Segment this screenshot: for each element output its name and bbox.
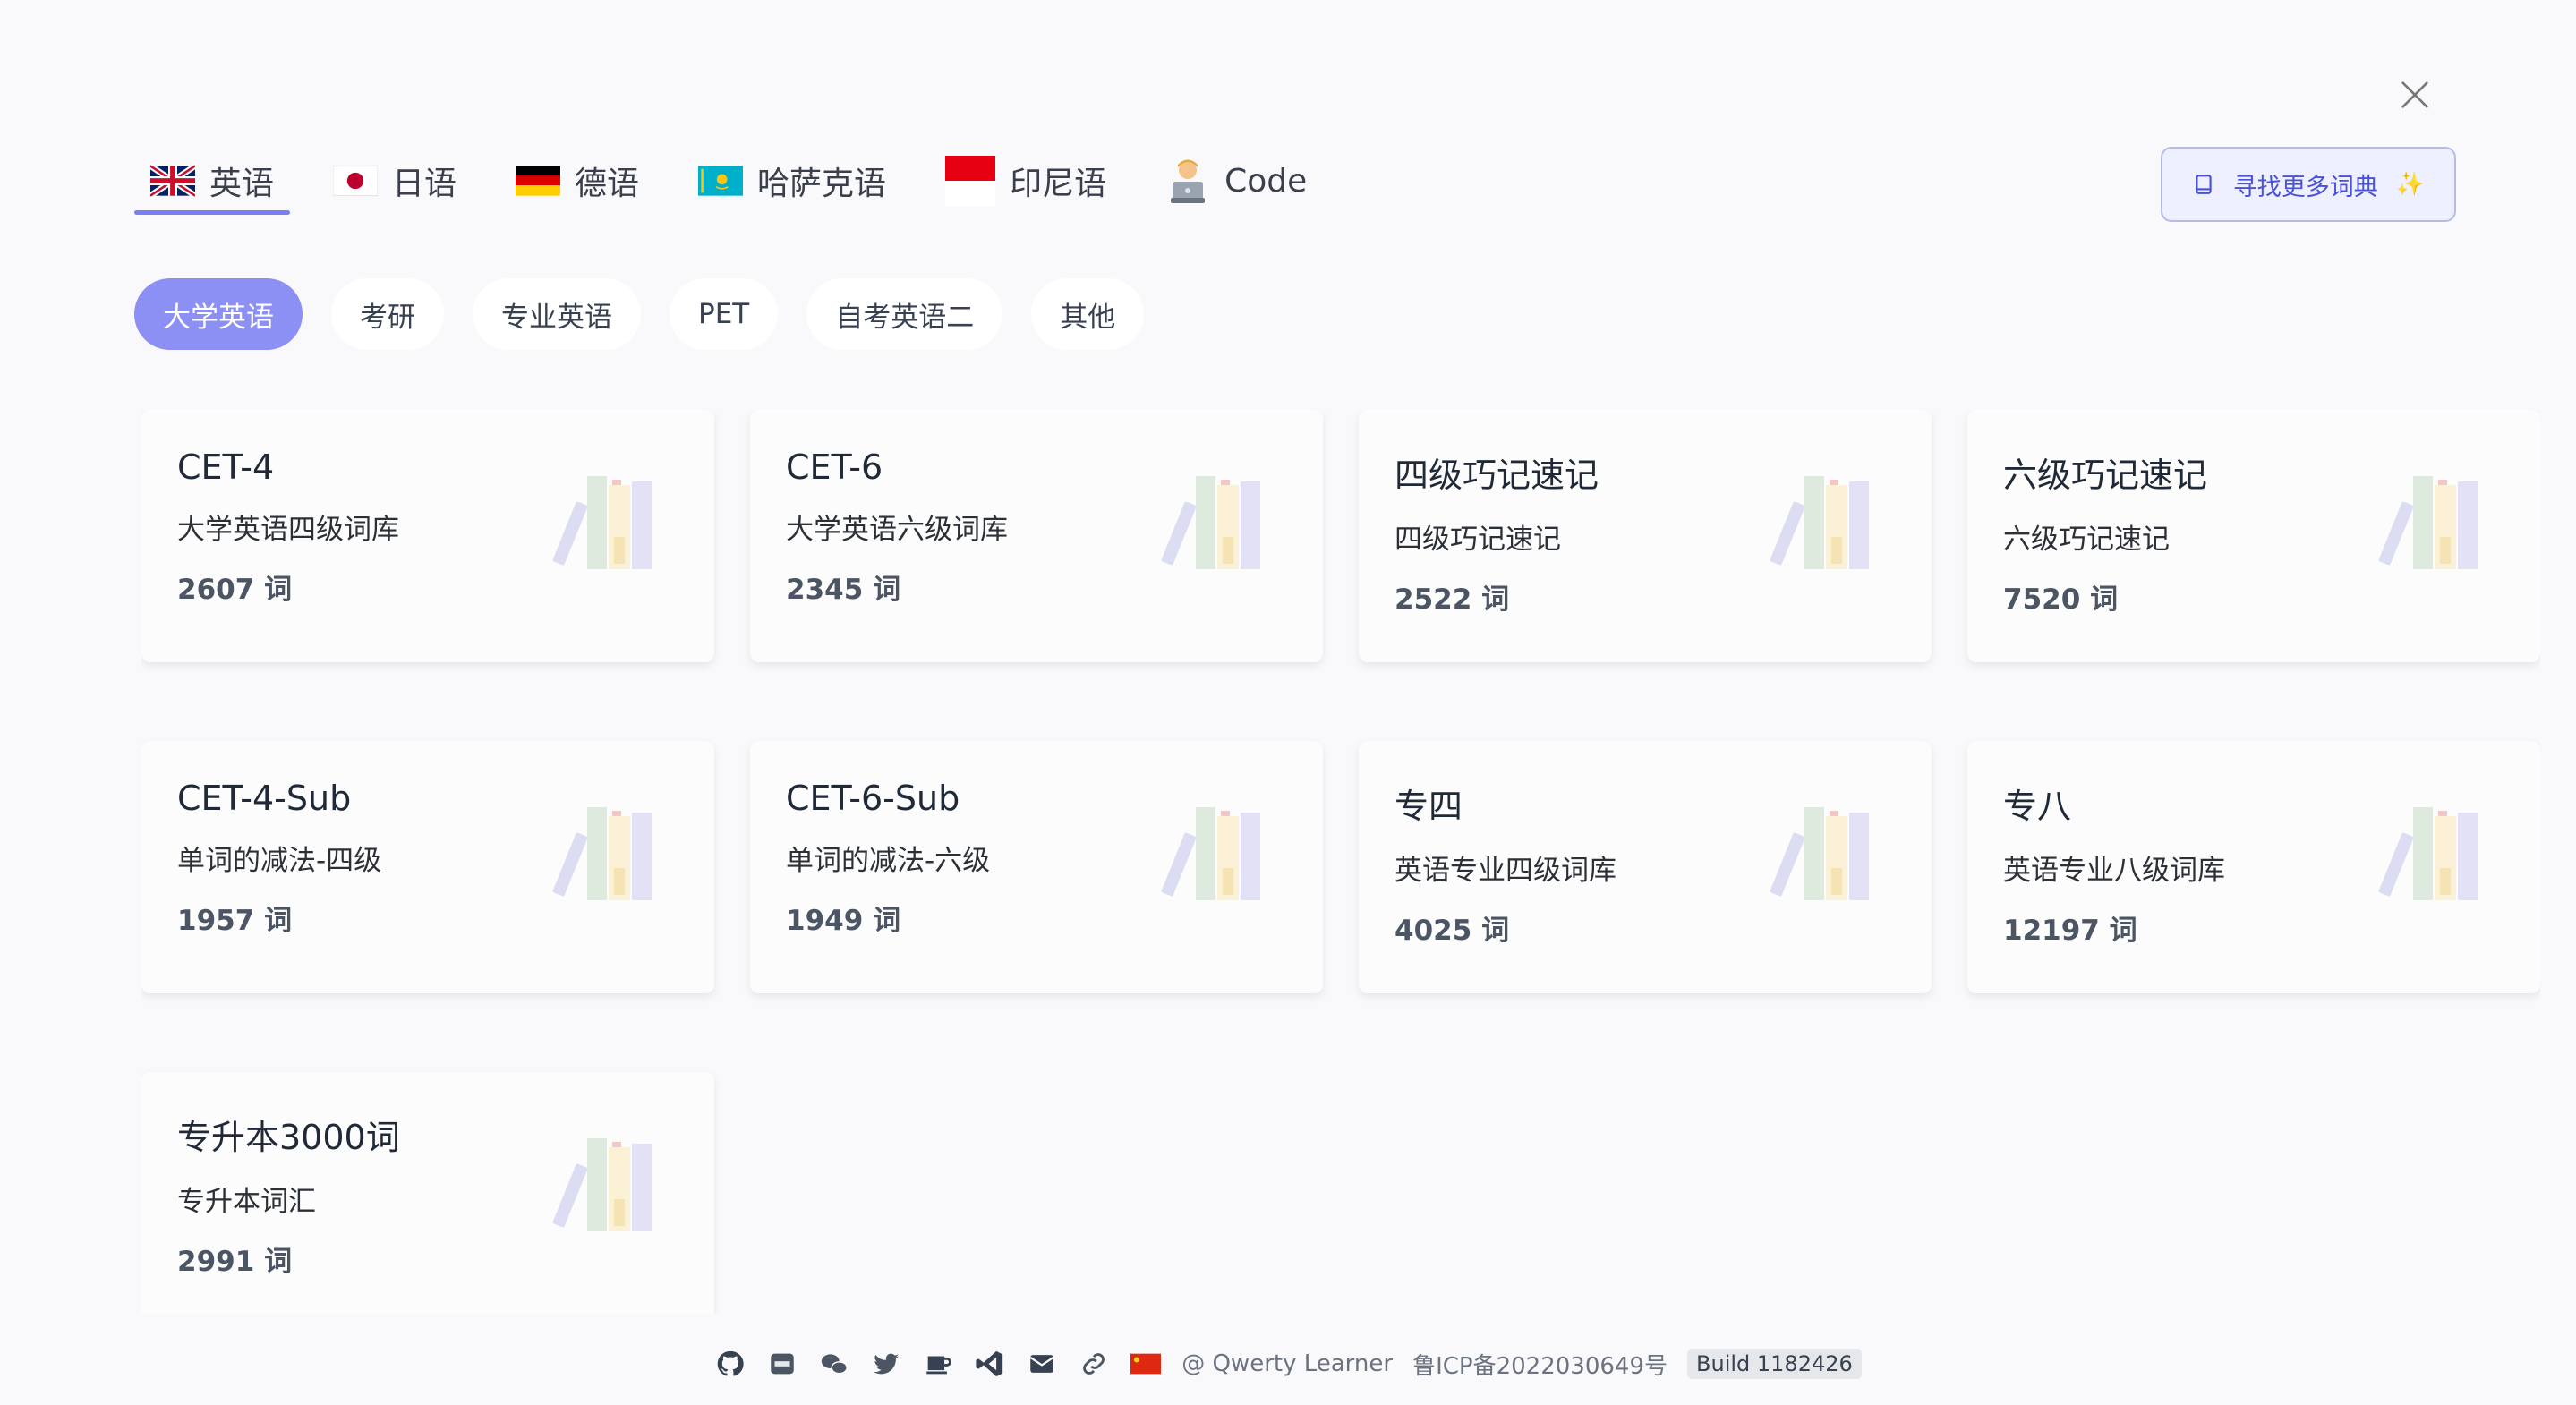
dictionary-card[interactable]: CET-6 大学英语六级词库 2345 词 [750, 410, 1323, 662]
footer-icp[interactable]: 鲁ICP备2022030649号 [1412, 1348, 1668, 1381]
uk-flag-icon [150, 165, 195, 197]
dictionary-card[interactable]: CET-6-Sub 单词的减法-六级 1949 词 [750, 741, 1323, 993]
books-icon [2377, 796, 2494, 904]
japan-flag-icon [333, 165, 379, 197]
dictionary-gallery: 英语 日语 德语 哈萨克语 印尼语 Code 寻找更多词典 ✨ 大学英语 考研 … [0, 0, 2576, 1405]
dictionary-card[interactable]: 四级巧记速记 四级巧记速记 2522 词 [1359, 410, 1932, 662]
chip-self-study-english[interactable]: 自考英语二 [806, 278, 1003, 350]
find-more-label: 寻找更多词典 [2232, 173, 2378, 201]
chip-college-english[interactable]: 大学英语 [134, 278, 303, 350]
twitter-icon[interactable] [870, 1348, 902, 1380]
chip-other[interactable]: 其他 [1031, 278, 1145, 350]
books-icon [551, 1128, 668, 1235]
tab-label: 日语 [392, 166, 457, 202]
dictionary-card[interactable]: CET-4-Sub 单词的减法-四级 1957 词 [141, 741, 714, 993]
books-icon [551, 465, 668, 573]
books-icon [2377, 465, 2494, 573]
link-icon[interactable] [1078, 1348, 1110, 1380]
wechat-icon[interactable] [818, 1348, 850, 1380]
chip-pet[interactable]: PET [670, 278, 779, 350]
vscode-icon[interactable] [974, 1348, 1006, 1380]
category-chips: 大学英语 考研 专业英语 PET 自考英语二 其他 [134, 278, 1145, 350]
china-flag-icon[interactable] [1130, 1348, 1162, 1380]
tab-english[interactable]: 英语 [134, 147, 291, 215]
footer-author[interactable]: @ Qwerty Learner [1181, 1350, 1393, 1377]
coffee-icon[interactable] [922, 1348, 954, 1380]
tab-indonesian[interactable]: 印尼语 [929, 147, 1122, 215]
dictionary-word-count: 2522 词 [1395, 583, 1510, 616]
coder-emoji-icon [1165, 157, 1210, 205]
tab-kazakh[interactable]: 哈萨克语 [682, 147, 902, 215]
dictionary-word-count: 4025 词 [1395, 915, 1510, 947]
books-icon [1769, 796, 1885, 904]
dictionary-card[interactable]: CET-4 大学英语四级词库 2607 词 [141, 410, 714, 662]
tab-code[interactable]: Code [1149, 147, 1323, 215]
dictionary-card[interactable]: 专八 英语专业八级词库 12197 词 [1967, 741, 2540, 993]
tab-german[interactable]: 德语 [499, 147, 655, 215]
footer: @ Qwerty Learner 鲁ICP备2022030649号 Build … [0, 1337, 2576, 1391]
dictionary-word-count: 7520 词 [2003, 583, 2119, 616]
dictionary-card[interactable]: 六级巧记速记 六级巧记速记 7520 词 [1967, 410, 2540, 662]
tab-label: 哈萨克语 [757, 166, 887, 202]
indonesia-flag-icon [945, 156, 996, 206]
mail-icon[interactable] [1026, 1348, 1058, 1380]
books-icon [1160, 465, 1276, 573]
dictionary-word-count: 2991 词 [177, 1246, 293, 1278]
tab-label: 英语 [209, 166, 275, 202]
chip-postgraduate[interactable]: 考研 [331, 278, 444, 350]
close-button[interactable] [2386, 66, 2444, 123]
find-more-dictionaries-button[interactable]: 寻找更多词典 ✨ [2161, 147, 2456, 222]
tab-label: 德语 [575, 166, 640, 202]
books-icon [551, 796, 668, 904]
github-icon[interactable] [714, 1348, 746, 1380]
tab-label: 印尼语 [1010, 166, 1107, 202]
language-tabs: 英语 日语 德语 哈萨克语 印尼语 Code [134, 147, 1350, 215]
tab-japanese[interactable]: 日语 [317, 147, 473, 215]
dictionary-card[interactable]: 专四 英语专业四级词库 4025 词 [1359, 741, 1932, 993]
books-icon [1160, 796, 1276, 904]
close-icon [2401, 81, 2428, 108]
chip-professional-english[interactable]: 专业英语 [473, 278, 641, 350]
book-icon [2196, 175, 2212, 194]
tab-label: Code [1224, 162, 1308, 200]
dictionary-card[interactable]: 专升本3000词 专升本词汇 2991 词 [141, 1072, 714, 1314]
sparkle-icon: ✨ [2395, 171, 2426, 198]
kazakhstan-flag-icon [698, 165, 744, 197]
dictionary-grid: CET-4 大学英语四级词库 2607 词 CET-6 大学英语六级词库 234… [141, 410, 2540, 1314]
build-badge: Build 1182426 [1687, 1349, 1862, 1379]
germany-flag-icon [516, 165, 561, 197]
dictionary-word-count: 12197 词 [2003, 915, 2137, 947]
weibo-icon[interactable] [766, 1348, 798, 1380]
books-icon [1769, 465, 1885, 573]
